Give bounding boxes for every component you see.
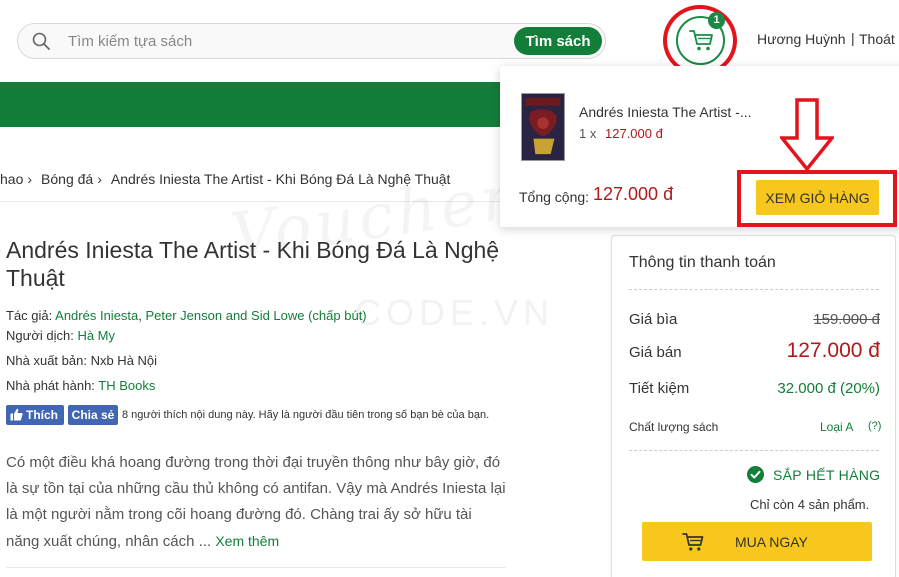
buy-now-label: MUA NGAY xyxy=(735,534,808,550)
watermark-code: CODE.VN xyxy=(355,292,555,333)
distributor-label: Nhà phát hành: xyxy=(6,378,95,393)
breadcrumb-item[interactable]: hao xyxy=(0,171,23,187)
breadcrumb-separator: › xyxy=(97,171,102,187)
search-icon xyxy=(32,32,50,50)
publisher-value: Nxb Hà Nội xyxy=(90,353,158,368)
facebook-like-text: 8 người thích nội dung này. Hãy là người… xyxy=(122,409,490,421)
search-button[interactable]: Tìm sách xyxy=(514,27,602,55)
sale-price: 127.000 đ xyxy=(786,339,880,362)
facebook-share-button[interactable]: Chia sẻ xyxy=(68,405,118,425)
read-more-link[interactable]: Xem thêm xyxy=(215,533,279,549)
book-translator: Người dịch: Hà My xyxy=(6,328,115,343)
cart-item-quantity: 1 x xyxy=(579,126,597,141)
book-authors: Tác giả: Peter Jenson and Sid Lowe (chấp… xyxy=(6,308,367,323)
main-nav-bar xyxy=(0,82,500,127)
shopping-cart-icon xyxy=(682,533,704,551)
author-link[interactable]: Peter Jenson and Sid Lowe (chấp bút) xyxy=(146,308,367,323)
book-description: Có một điều khá hoang đường trong thời đ… xyxy=(6,450,506,555)
book-distributor: Nhà phát hành: TH Books xyxy=(6,378,155,393)
search-input[interactable] xyxy=(68,24,508,58)
logout-link[interactable]: Thoát xyxy=(859,31,895,47)
cart-total-label: Tổng cộng: xyxy=(519,189,590,205)
breadcrumb-separator: › xyxy=(27,171,33,187)
cart-total-value: 127.000 đ xyxy=(593,184,674,204)
payment-title: Thông tin thanh toán xyxy=(629,254,776,271)
cover-price: 159.000 đ xyxy=(813,311,880,328)
cart-item-thumbnail[interactable] xyxy=(521,93,565,161)
buy-now-button[interactable]: MUA NGAY xyxy=(642,522,872,561)
quality-label: Chất lượng sách xyxy=(629,420,719,434)
divider xyxy=(6,567,506,568)
facebook-like-label: Thích xyxy=(26,408,58,422)
translator-link[interactable]: Hà My xyxy=(77,328,115,343)
divider xyxy=(0,201,500,202)
breadcrumb-item[interactable]: Bóng đá xyxy=(41,171,93,187)
quality-value-link[interactable]: Loại A xyxy=(820,420,853,434)
saving-value: 32.000 đ (20%) xyxy=(777,380,880,397)
check-circle-icon xyxy=(747,466,764,483)
stock-remaining: Chỉ còn 4 sản phẩm. xyxy=(750,497,870,512)
author-label: Tác giả: xyxy=(6,308,53,323)
cart-count-badge: 1 xyxy=(708,12,725,29)
user-separator: | xyxy=(851,30,855,46)
cover-price-label: Giá bìa xyxy=(629,311,678,328)
cart-item-title-link[interactable]: Andrés Iniesta The Artist -... xyxy=(579,104,751,120)
thumbs-up-icon xyxy=(10,408,23,421)
book-title: Andrés Iniesta The Artist - Khi Bóng Đá … xyxy=(6,237,500,291)
shopping-cart-icon xyxy=(689,30,713,51)
quality-help-link[interactable]: (?) xyxy=(868,420,881,432)
user-name-link[interactable]: Hương Huỳnh xyxy=(757,31,846,47)
cart-item-price: 127.000 đ xyxy=(605,126,663,141)
payment-divider xyxy=(629,450,879,451)
annotation-arrow-icon xyxy=(780,98,834,171)
payment-divider xyxy=(629,289,879,290)
saving-label: Tiết kiệm xyxy=(629,380,690,397)
distributor-link[interactable]: TH Books xyxy=(98,378,155,393)
sale-price-label: Giá bán xyxy=(629,344,682,361)
publisher-label: Nhà xuất bản: xyxy=(6,353,87,368)
view-cart-button[interactable]: XEM GIỎ HÀNG xyxy=(756,180,879,215)
translator-label: Người dịch: xyxy=(6,328,74,343)
book-cover-image xyxy=(522,94,564,160)
author-comma: , xyxy=(138,308,146,323)
author-link[interactable]: Andrés Iniesta xyxy=(55,308,138,323)
facebook-like-button[interactable]: Thích xyxy=(6,405,64,425)
breadcrumb-item-current[interactable]: Andrés Iniesta The Artist - Khi Bóng Đá … xyxy=(111,171,451,187)
breadcrumb: hao › Bóng đá › Andrés Iniesta The Artist - … xyxy=(0,171,450,187)
search-box: Tìm sách xyxy=(17,23,606,59)
book-publisher: Nhà xuất bản: Nxb Hà Nội xyxy=(6,353,157,368)
stock-status: SẮP HẾT HÀNG xyxy=(773,467,881,483)
